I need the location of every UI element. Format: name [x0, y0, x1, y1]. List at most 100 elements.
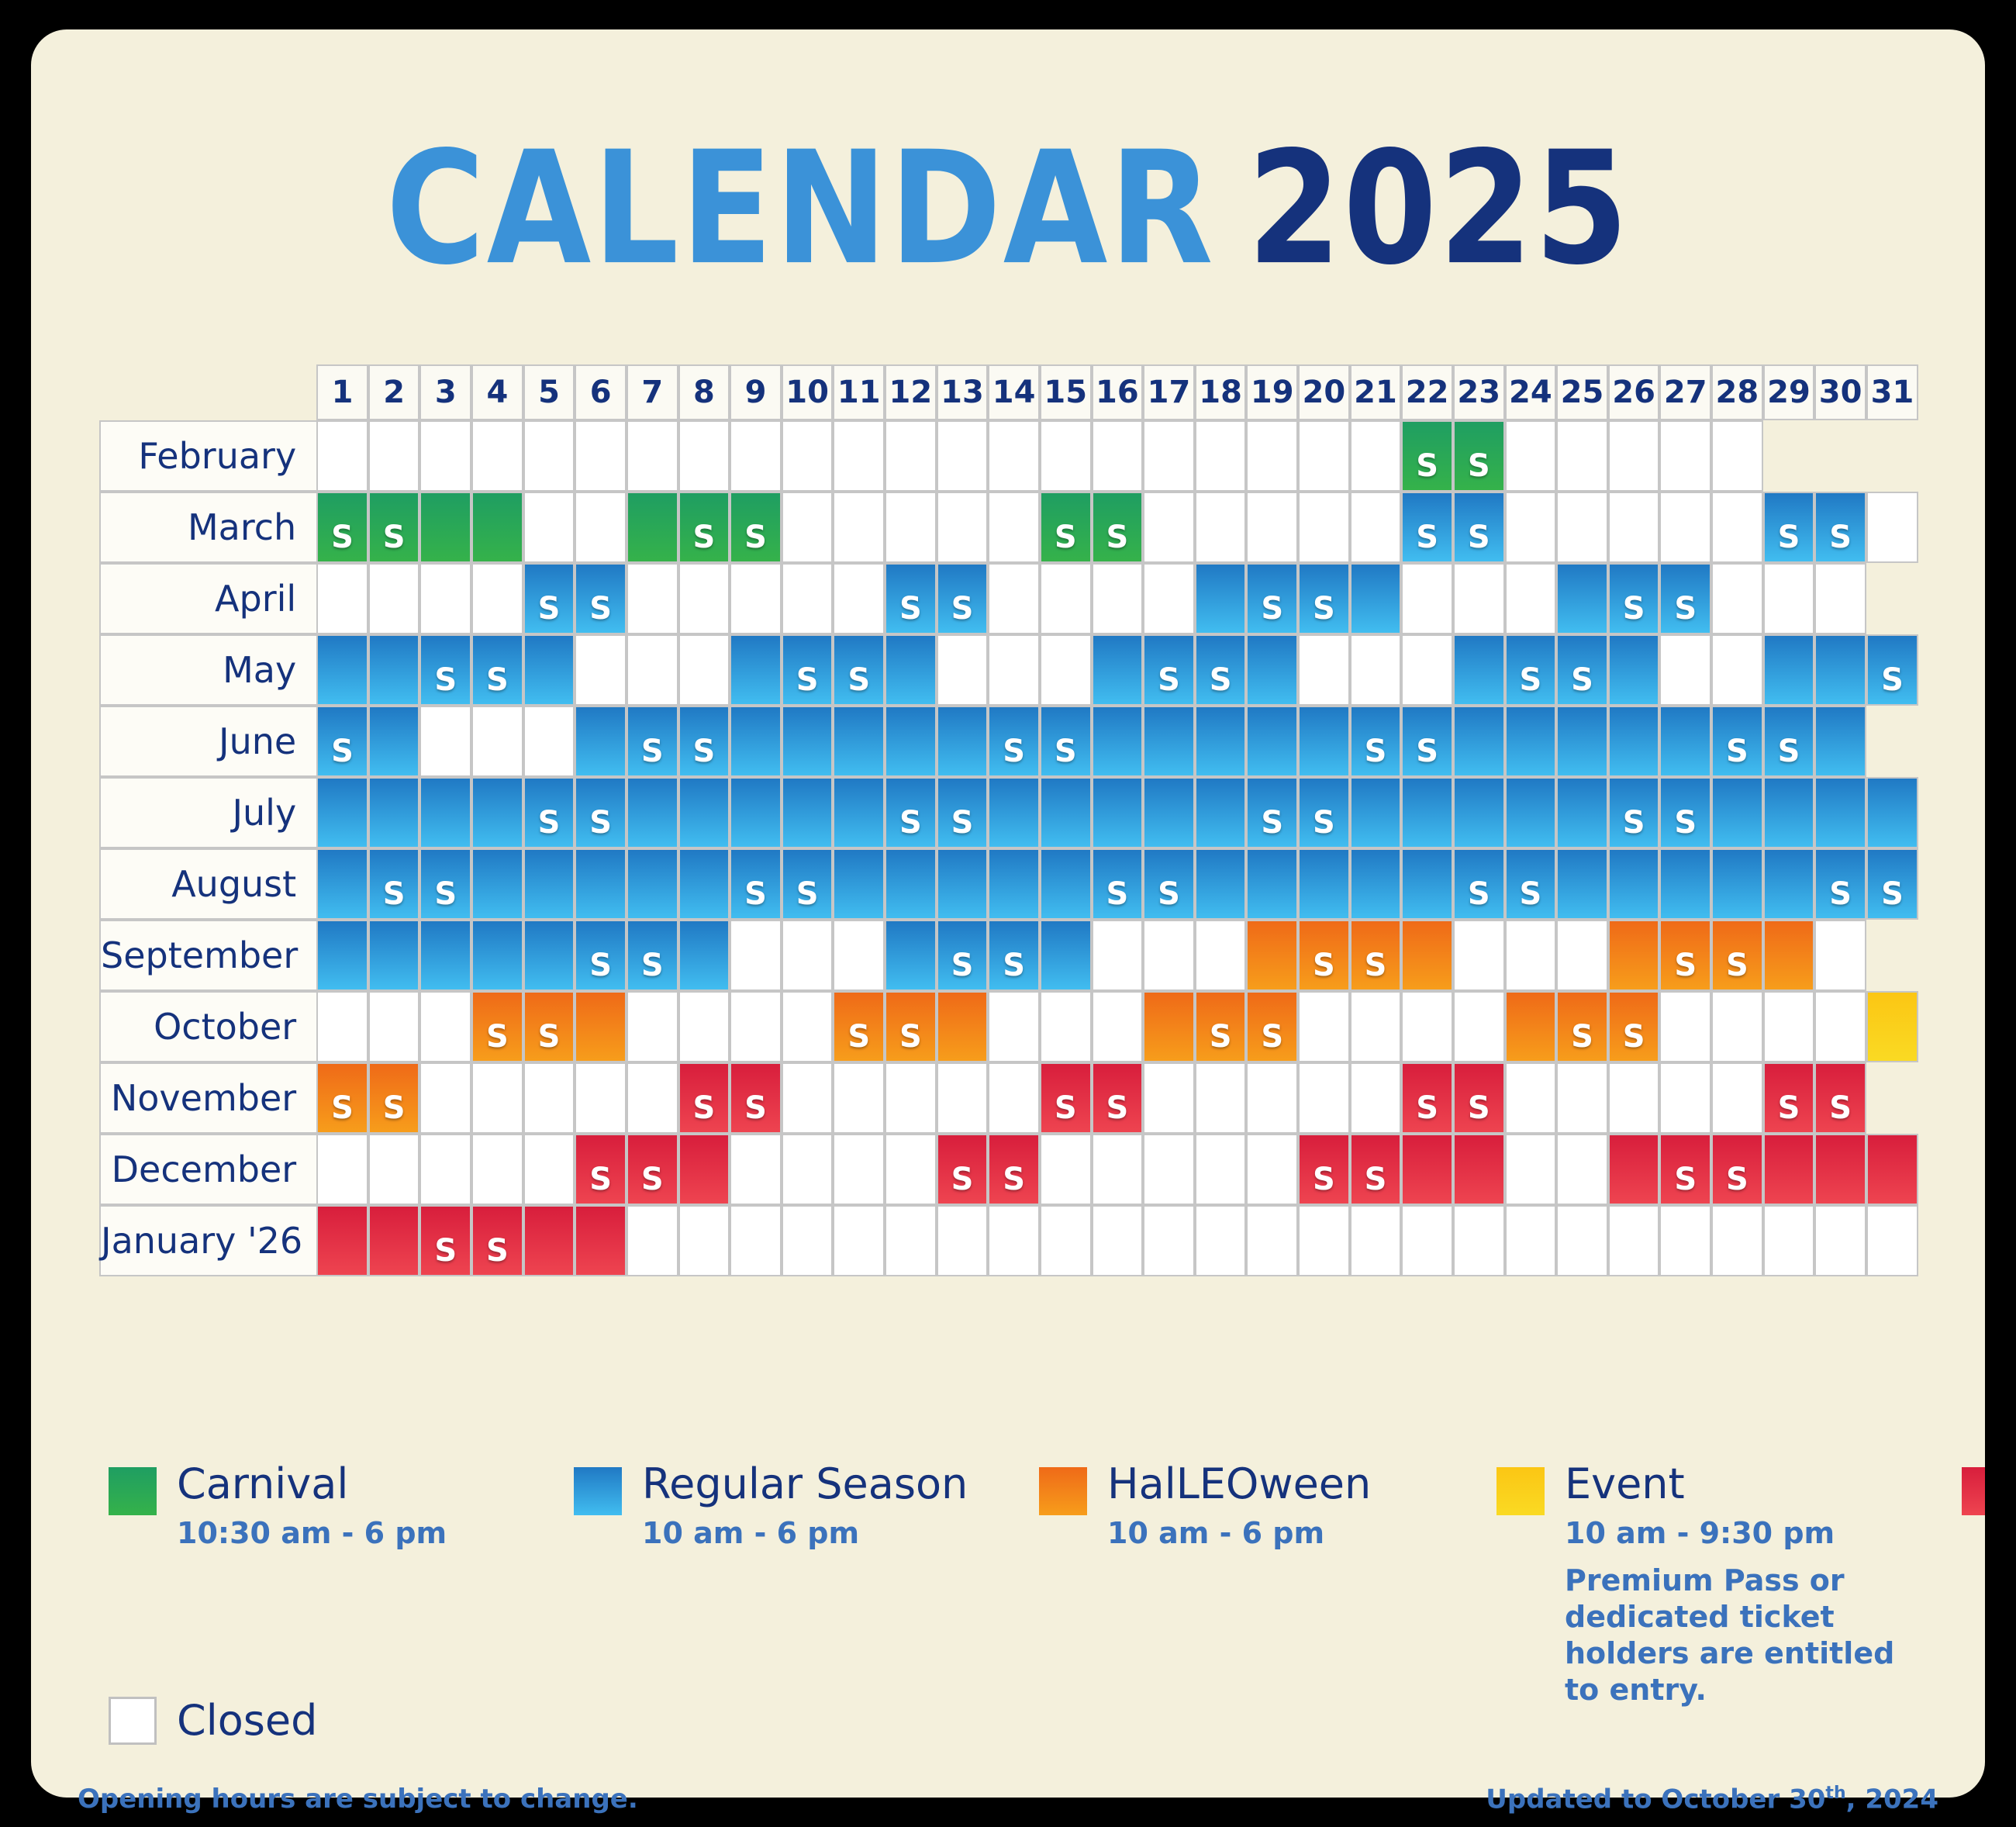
day-cell-6: S	[575, 563, 627, 634]
day-cell-10	[781, 420, 834, 492]
day-cell-17	[1143, 920, 1195, 991]
day-cell-29	[1762, 920, 1815, 991]
month-row-february: February S S	[99, 420, 1918, 492]
closed-label: Closed	[177, 1695, 318, 1745]
day-cell-16: S	[1091, 848, 1144, 920]
day-cell-2	[368, 920, 420, 991]
day-cell-18	[1194, 777, 1247, 848]
day-cell-14	[988, 563, 1040, 634]
day-cell-22	[1401, 991, 1453, 1062]
legend-item-christmas: Enchanted Christmas10:30 am - 6 pm	[1962, 1463, 1985, 1550]
day-cell-20	[1298, 991, 1350, 1062]
day-cell-7	[626, 563, 678, 634]
day-cell-25: S	[1556, 991, 1608, 1062]
day-cell-28	[1711, 991, 1763, 1062]
day-cell-empty	[1814, 420, 1866, 492]
day-cell-6	[575, 991, 627, 1062]
day-cell-1	[316, 1205, 368, 1276]
day-cell-15	[1039, 777, 1092, 848]
day-cell-18: S	[1194, 991, 1247, 1062]
day-cell-27	[1659, 420, 1712, 492]
day-cell-10	[781, 563, 834, 634]
day-header-22: 22	[1401, 364, 1453, 420]
day-header-27: 27	[1659, 364, 1712, 420]
day-cell-30	[1814, 1205, 1866, 1276]
day-cell-23	[1452, 1205, 1505, 1276]
day-cell-15: S	[1039, 1062, 1092, 1134]
day-cell-7	[626, 492, 678, 563]
day-cell-28	[1711, 777, 1763, 848]
day-cell-30	[1814, 920, 1866, 991]
day-cell-22: S	[1401, 420, 1453, 492]
day-cell-11	[833, 1062, 885, 1134]
day-cell-8: S	[678, 492, 730, 563]
day-cell-18	[1194, 706, 1247, 777]
day-cell-20: S	[1298, 1134, 1350, 1205]
day-cell-18	[1194, 920, 1247, 991]
day-cell-1	[316, 920, 368, 991]
day-cell-1	[316, 420, 368, 492]
day-cell-24: S	[1504, 634, 1557, 706]
day-cell-28: S	[1711, 1134, 1763, 1205]
day-cell-6	[575, 1205, 627, 1276]
day-header-2: 2	[368, 364, 420, 420]
day-cell-16: S	[1091, 1062, 1144, 1134]
day-cell-27	[1659, 1205, 1712, 1276]
day-cell-23	[1452, 706, 1505, 777]
footer-updated: Updated to October 30th, 2024	[1486, 1784, 1938, 1815]
day-cell-23: S	[1452, 420, 1505, 492]
day-cell-15: S	[1039, 706, 1092, 777]
day-cell-4	[471, 706, 523, 777]
day-cell-10: S	[781, 848, 834, 920]
day-cell-14	[988, 1205, 1040, 1276]
day-cell-9	[730, 563, 782, 634]
day-cell-21: S	[1349, 706, 1402, 777]
day-cell-7	[626, 777, 678, 848]
day-cell-2	[368, 563, 420, 634]
day-cell-24	[1504, 420, 1557, 492]
day-cell-24	[1504, 706, 1557, 777]
month-row-march: March S S S S S S S S S S	[99, 492, 1918, 563]
footer: Opening hours are subject to change. Upd…	[0, 1784, 2016, 1815]
day-cell-4	[471, 920, 523, 991]
day-header-29: 29	[1762, 364, 1815, 420]
day-cell-31	[1866, 777, 1918, 848]
day-cell-11	[833, 920, 885, 991]
day-cell-19	[1246, 706, 1299, 777]
day-cell-6	[575, 706, 627, 777]
day-cell-2: S	[368, 848, 420, 920]
day-cell-1	[316, 777, 368, 848]
day-header-24: 24	[1504, 364, 1557, 420]
day-cell-12: S	[885, 563, 937, 634]
day-cell-4	[471, 420, 523, 492]
day-cell-8: S	[678, 1062, 730, 1134]
day-cell-6: S	[575, 777, 627, 848]
month-row-august: August S S S S S S S S S S	[99, 848, 1918, 920]
day-cell-12: S	[885, 777, 937, 848]
day-cell-31: S	[1866, 848, 1918, 920]
day-cell-28	[1711, 420, 1763, 492]
legend-note: Premium Pass or dedicated ticket holders…	[1565, 1563, 1895, 1708]
day-cell-10	[781, 1205, 834, 1276]
day-cell-30	[1814, 634, 1866, 706]
day-cell-27: S	[1659, 563, 1712, 634]
day-cell-empty	[1866, 420, 1918, 492]
day-cell-27: S	[1659, 920, 1712, 991]
day-cell-23	[1452, 920, 1505, 991]
day-header-10: 10	[781, 364, 834, 420]
month-row-december: December S S S S S S S S	[99, 1134, 1918, 1205]
day-cell-13	[936, 991, 989, 1062]
month-row-april: April S S S S S S S S	[99, 563, 1918, 634]
day-cell-3: S	[419, 848, 472, 920]
footer-updated-suffix: , 2024	[1845, 1784, 1938, 1815]
month-row-june: June S S S S S S S S S	[99, 706, 1918, 777]
day-cell-13	[936, 706, 989, 777]
day-cell-2	[368, 991, 420, 1062]
day-cell-31	[1866, 492, 1918, 563]
day-cell-23: S	[1452, 1062, 1505, 1134]
day-cell-24	[1504, 920, 1557, 991]
month-label: September	[99, 920, 317, 991]
day-cell-11	[833, 420, 885, 492]
day-cell-14	[988, 1062, 1040, 1134]
day-cell-23	[1452, 777, 1505, 848]
